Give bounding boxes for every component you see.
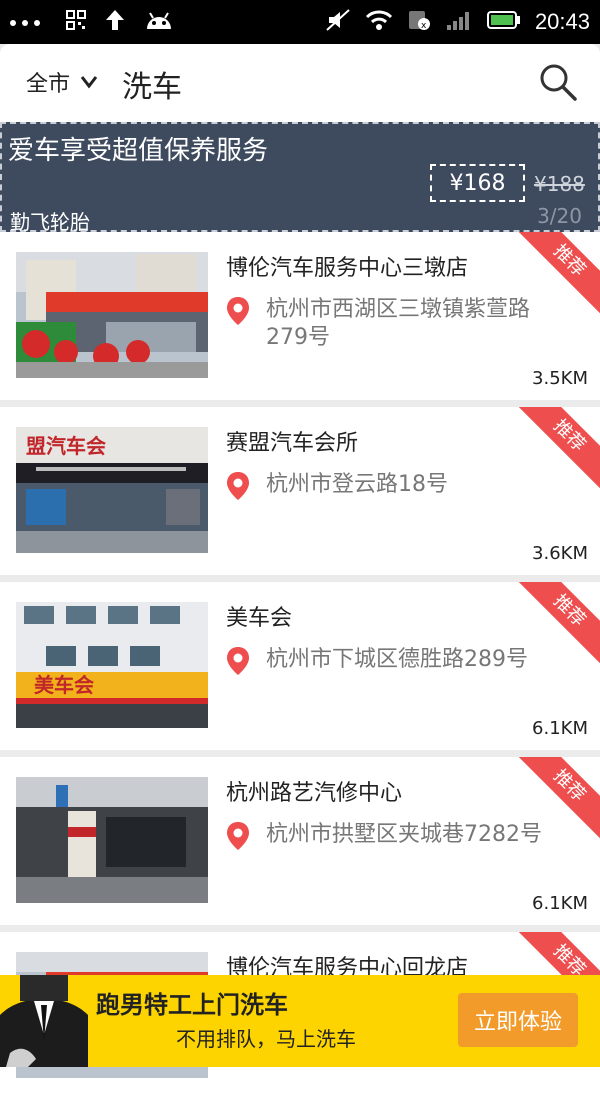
upload-icon (104, 8, 126, 36)
status-bar: x 20:43 (0, 0, 600, 44)
shop-name: 杭州路艺汽修中心 (226, 781, 403, 806)
wifi-icon (365, 9, 393, 35)
status-left-icons (8, 6, 174, 38)
shop-address: 杭州市登云路18号 (266, 472, 448, 497)
shop-name: 赛盟汽车会所 (226, 431, 359, 456)
signal-icon (445, 9, 473, 35)
battery-icon (486, 10, 521, 34)
mute-icon (325, 8, 351, 36)
shop-name: 博伦汽车服务中心三墩店 (226, 256, 469, 281)
banner-title: 爱车享受超值保养服务 (8, 136, 269, 166)
banner-shop-name: 勤飞轮胎 (10, 210, 90, 234)
bottom-ad-bar[interactable]: 跑男特工上门洗车 不用排队，马上洗车 立即体验 (0, 975, 600, 1067)
clock: 20:43 (534, 9, 590, 34)
location-pin-icon (226, 471, 250, 501)
agent-figure-icon (0, 975, 88, 1067)
android-icon (144, 9, 174, 35)
banner-old-price: ¥188 (534, 172, 585, 196)
svg-text:盟汽车会: 盟汽车会 (26, 434, 106, 458)
shop-distance: 3.5KM (532, 368, 588, 389)
svg-text:美车会: 美车会 (34, 673, 94, 697)
shop-distance: 6.1KM (532, 893, 588, 914)
shop-name: 美车会 (226, 606, 293, 631)
shop-distance: 6.1KM (532, 718, 588, 739)
qr-code-icon (66, 10, 86, 34)
shop-card[interactable]: 杭州路艺汽修中心 杭州市拱墅区夹城巷7282号 6.1KM 推荐 (0, 757, 600, 925)
location-pin-icon (226, 821, 250, 851)
ad-title: 跑男特工上门洗车 (96, 991, 288, 1019)
banner-price: ¥168 (430, 164, 525, 202)
promo-banner[interactable]: 爱车享受超值保养服务 ¥168 ¥188 勤飞轮胎 3/20 (0, 122, 600, 234)
sim-icon: x (407, 9, 431, 35)
shop-card[interactable]: 盟汽车会 赛盟汽车会所 杭州市登云路18号 3.6KM 推荐 (0, 407, 600, 575)
city-selector[interactable]: 全市 (26, 66, 98, 98)
top-bar: 全市 洗车 (0, 44, 600, 122)
page-title: 洗车 (122, 70, 182, 105)
shop-address: 杭州市拱墅区夹城巷7282号 (266, 822, 542, 847)
city-label: 全市 (26, 72, 71, 97)
shop-photo: 美车会 (16, 602, 208, 728)
shop-card[interactable]: 博伦汽车服务中心三墩店 杭州市西湖区三墩镇紫萱路279号 3.5KM 推荐 (0, 232, 600, 400)
shop-distance: 3.6KM (532, 543, 588, 564)
more-icon (8, 13, 48, 32)
ad-subtitle: 不用排队，马上洗车 (176, 1027, 356, 1051)
svg-text:x: x (421, 21, 427, 31)
shop-photo (16, 777, 208, 903)
shop-photo (16, 252, 208, 378)
location-pin-icon (226, 296, 250, 326)
status-right-icons: x 20:43 (325, 6, 590, 38)
shop-address: 杭州市下城区德胜路289号 (266, 647, 528, 672)
search-icon[interactable] (538, 62, 578, 102)
banner-page-indicator: 3/20 (537, 204, 582, 228)
chevron-down-icon (80, 70, 98, 95)
try-now-button[interactable]: 立即体验 (458, 993, 578, 1047)
location-pin-icon (226, 646, 250, 676)
shop-photo: 盟汽车会 (16, 427, 208, 553)
shop-address: 杭州市西湖区三墩镇紫萱路279号 (266, 297, 531, 350)
shop-card[interactable]: 美车会 美车会 杭州市下城区德胜路289号 6.1KM 推荐 (0, 582, 600, 750)
